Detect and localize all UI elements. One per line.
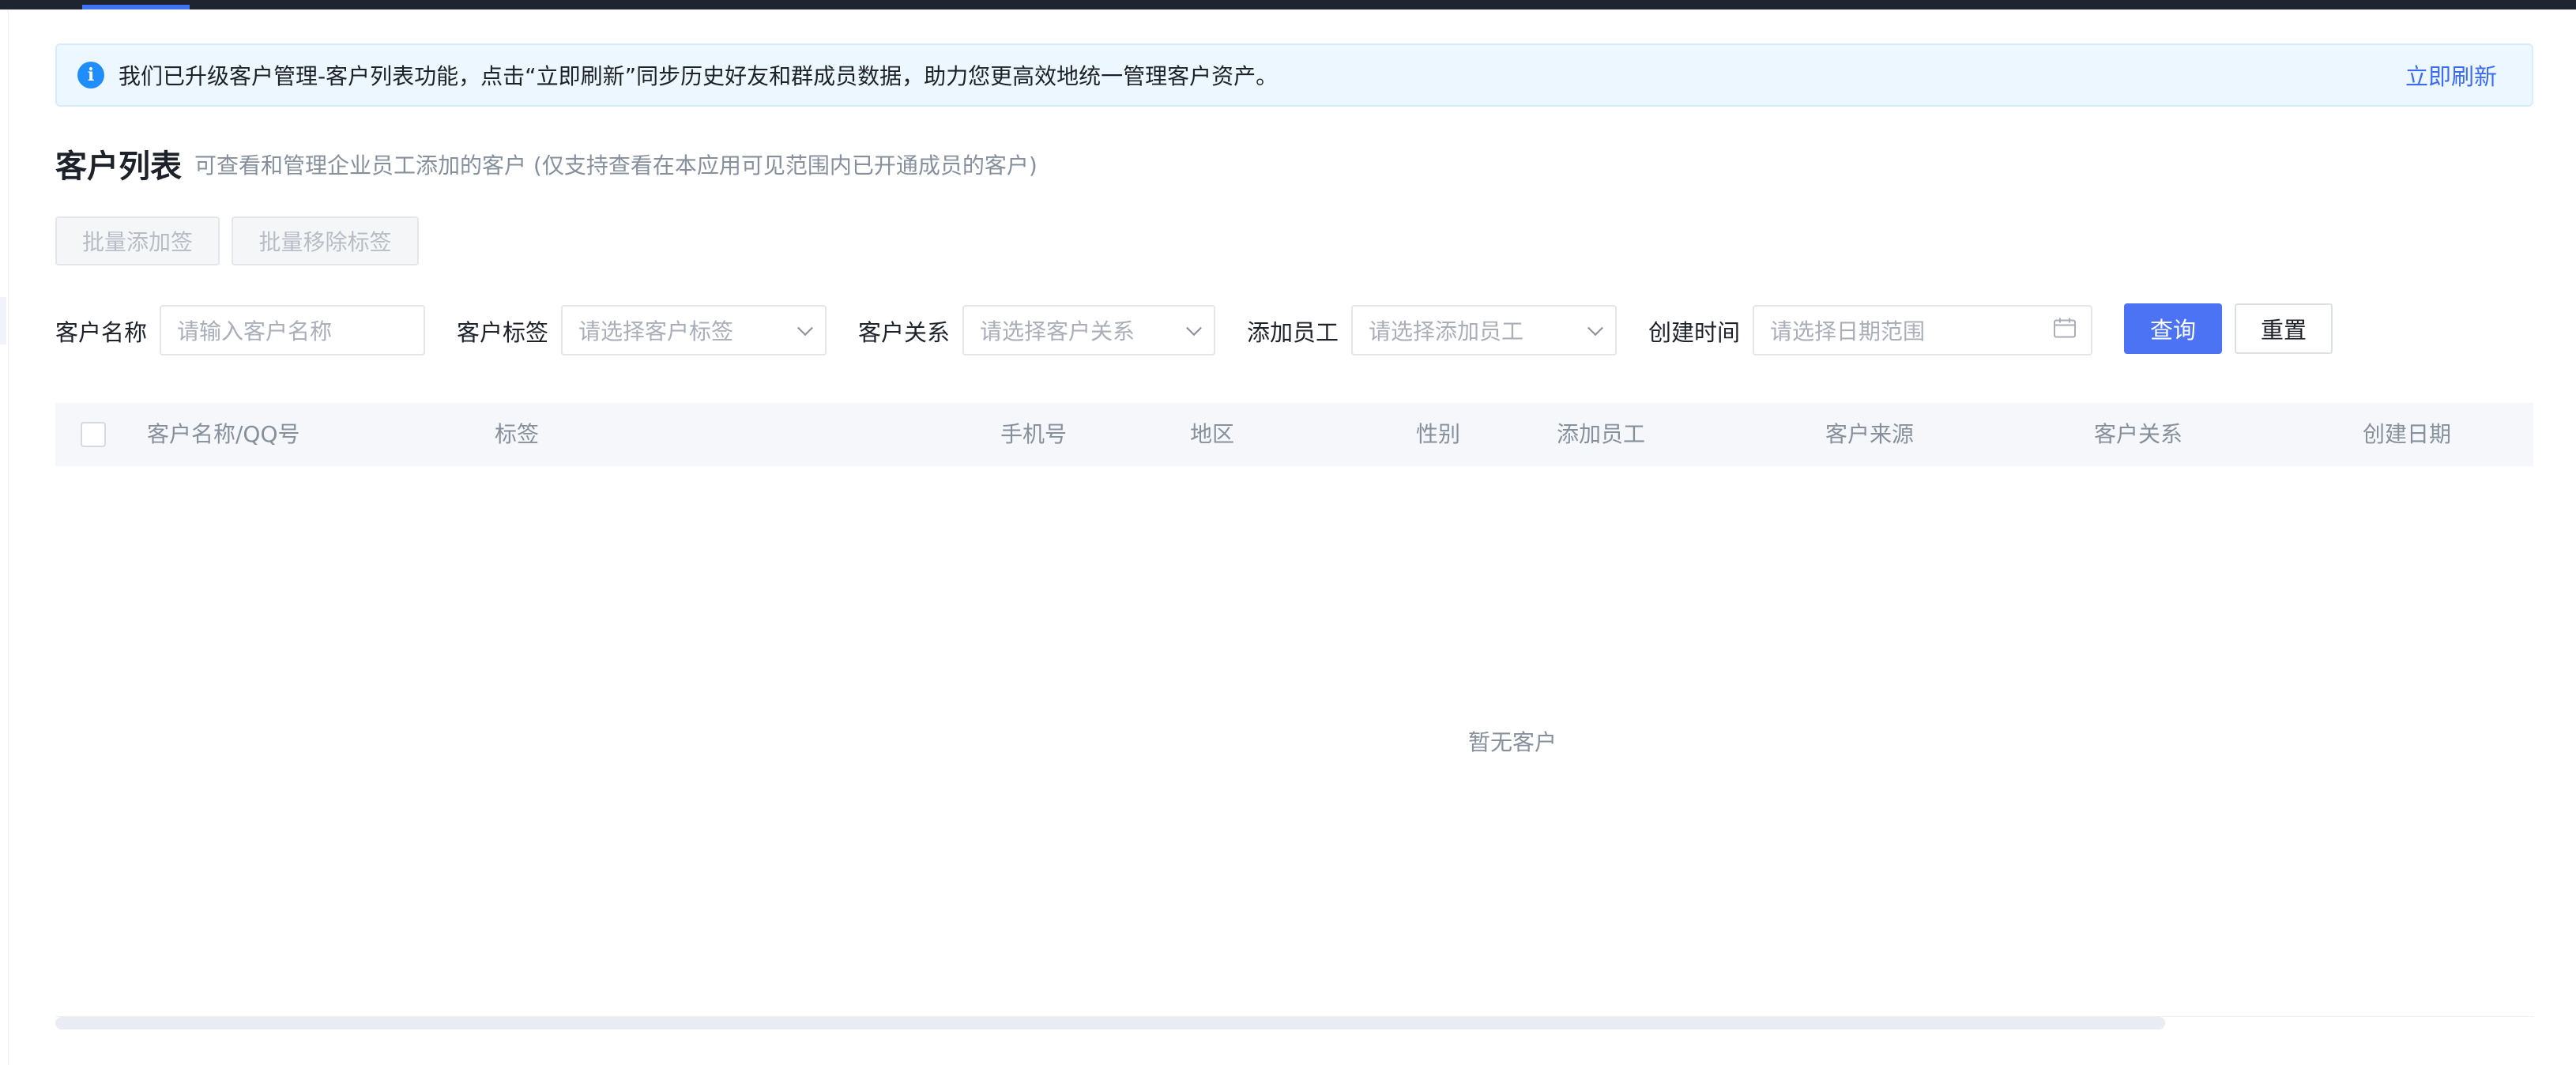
customer-tag-label: 客户标签	[457, 319, 549, 346]
horizontal-scrollbar[interactable]	[55, 1016, 2533, 1029]
added-staff-select[interactable]: 请选择添加员工	[1351, 305, 1617, 356]
column-header-customer-name: 客户名称/QQ号	[147, 421, 300, 447]
added-staff-placeholder: 请选择添加员工	[1369, 318, 1524, 344]
chevron-down-icon	[1587, 320, 1603, 337]
reset-button[interactable]: 重置	[2235, 303, 2333, 354]
customer-relation-label: 客户关系	[858, 319, 951, 346]
column-header-customer-source: 客户来源	[1825, 421, 1915, 447]
column-header-created-date: 创建日期	[2363, 421, 2452, 447]
select-all-checkbox[interactable]	[81, 422, 106, 447]
query-button[interactable]: 查询	[2124, 303, 2222, 354]
customer-name-label: 客户名称	[55, 319, 148, 346]
customer-relation-placeholder: 请选择客户关系	[980, 318, 1135, 344]
notice-banner: i 我们已升级客户管理-客户列表功能，点击“立即刷新”同步历史好友和群成员数据，…	[55, 43, 2533, 107]
calendar-icon	[2053, 317, 2077, 344]
left-sidebar-edge	[0, 9, 9, 1065]
column-header-added-staff: 添加员工	[1557, 421, 1646, 447]
column-header-gender: 性别	[1416, 421, 1461, 447]
column-header-phone: 手机号	[1000, 421, 1068, 447]
top-navigation-bar	[0, 0, 2576, 9]
customer-name-placeholder: 请输入客户名称	[177, 318, 333, 344]
page-subtitle: 可查看和管理企业员工添加的客户 (仅支持查看在本应用可见范围内已开通成员的客户)	[194, 152, 1038, 179]
date-range-placeholder: 请选择日期范围	[1770, 318, 1926, 344]
chevron-down-icon	[1186, 320, 1202, 337]
customer-tag-select[interactable]: 请选择客户标签	[561, 305, 827, 356]
column-header-region: 地区	[1190, 421, 1235, 447]
chevron-down-icon	[797, 320, 813, 337]
refresh-now-link[interactable]: 立即刷新	[2405, 58, 2497, 92]
customer-tag-placeholder: 请选择客户标签	[578, 318, 734, 344]
customer-name-input[interactable]: 请输入客户名称	[160, 305, 425, 356]
batch-remove-tag-button[interactable]: 批量移除标签	[232, 216, 419, 265]
info-icon: i	[77, 62, 104, 88]
table-header: 客户名称/QQ号 标签 手机号 地区 性别 添加员工 客户来源 客户关系 创建日…	[55, 403, 2533, 466]
customer-relation-select[interactable]: 请选择客户关系	[962, 305, 1215, 356]
column-header-tags: 标签	[495, 421, 540, 447]
added-staff-label: 添加员工	[1247, 319, 1339, 346]
date-range-picker[interactable]: 请选择日期范围	[1753, 305, 2092, 356]
active-tab-indicator	[82, 5, 190, 9]
scrollbar-thumb[interactable]	[55, 1017, 2165, 1029]
column-header-customer-relation: 客户关系	[2094, 421, 2183, 447]
empty-state-text: 暂无客户	[1468, 729, 1557, 755]
notice-text: 我们已升级客户管理-客户列表功能，点击“立即刷新”同步历史好友和群成员数据，助力…	[119, 63, 1279, 89]
page-title: 客户列表	[55, 149, 182, 185]
created-time-label: 创建时间	[1648, 319, 1741, 346]
sidebar-active-marker	[0, 297, 6, 344]
batch-add-tag-button[interactable]: 批量添加签	[55, 216, 220, 265]
